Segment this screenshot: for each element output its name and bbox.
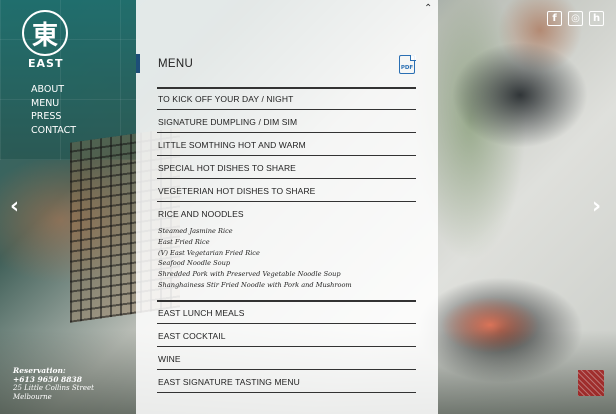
menu-title-accent-bar <box>136 54 140 73</box>
menu-category-dumpling[interactable]: SIGNATURE DUMPLING / DIM SIM <box>157 111 416 133</box>
menu-title: MENU <box>158 58 194 70</box>
menu-category-lunch[interactable]: EAST LUNCH MEALS <box>157 302 416 324</box>
social-links: f ◎ h <box>547 11 604 26</box>
brand-name: EAST <box>28 57 64 70</box>
brand-glyph: 東 <box>31 20 58 51</box>
nav-item-about[interactable]: ABOUT <box>31 83 76 97</box>
red-seal-stamp <box>578 370 604 396</box>
menu-item: Steamed Jasmine Rice <box>158 227 233 235</box>
reservation-label: Reservation: <box>13 366 66 375</box>
reservation-address-line1: 25 Little Collins Street <box>13 384 94 392</box>
nav-item-contact[interactable]: CONTACT <box>31 124 76 138</box>
next-slide-arrow-icon[interactable]: › <box>592 194 601 219</box>
menu-category-cocktail[interactable]: EAST COCKTAIL <box>157 325 416 347</box>
nav-item-press[interactable]: PRESS <box>31 110 76 124</box>
instagram-icon[interactable]: ◎ <box>568 11 583 26</box>
menu-item: Shredded Pork with Preserved Vegetable N… <box>158 270 341 279</box>
houzz-icon[interactable]: h <box>589 11 604 26</box>
rice-noodles-items: Steamed Jasmine Rice East Fried Rice (V)… <box>158 226 352 291</box>
menu-item: East Fried Rice <box>158 237 210 246</box>
main-nav: ABOUT MENU PRESS CONTACT <box>31 83 76 137</box>
reservation-phone[interactable]: +613 9650 8838 <box>13 375 94 384</box>
facebook-icon[interactable]: f <box>547 11 562 26</box>
menu-item: Seafood Noodle Soup <box>158 259 231 268</box>
collapse-chevron-up-icon[interactable]: ⌃ <box>424 3 432 14</box>
reservation-info: Reservation: +613 9650 8838 25 Little Co… <box>13 366 94 402</box>
pdf-download-icon[interactable]: PDF <box>399 54 416 74</box>
menu-category-kick-off[interactable]: TO KICK OFF YOUR DAY / NIGHT <box>157 88 416 110</box>
nav-item-menu[interactable]: MENU <box>31 97 76 111</box>
menu-item: (V) East Vegetarian Fried Rice <box>158 248 260 257</box>
menu-category-tasting[interactable]: EAST SIGNATURE TASTING MENU <box>157 371 416 393</box>
menu-category-rice-noodles[interactable]: RICE AND NOODLES <box>157 203 416 225</box>
menu-category-hot-and-warm[interactable]: LITTLE SOMTHING HOT AND WARM <box>157 134 416 156</box>
menu-category-special-hot[interactable]: SPECIAL HOT DISHES TO SHARE <box>157 157 416 179</box>
menu-category-vegetarian[interactable]: VEGETERIAN HOT DISHES TO SHARE <box>157 180 416 202</box>
pdf-label: PDF <box>400 65 414 71</box>
reservation-address-line2: Melbourne <box>13 393 52 401</box>
prev-slide-arrow-icon[interactable]: ‹ <box>10 194 19 219</box>
menu-category-wine[interactable]: WINE <box>157 348 416 370</box>
brand-logo-icon[interactable]: 東 <box>22 10 68 56</box>
menu-item: Shanghainess Stir Fried Noodle with Pork… <box>158 280 352 289</box>
